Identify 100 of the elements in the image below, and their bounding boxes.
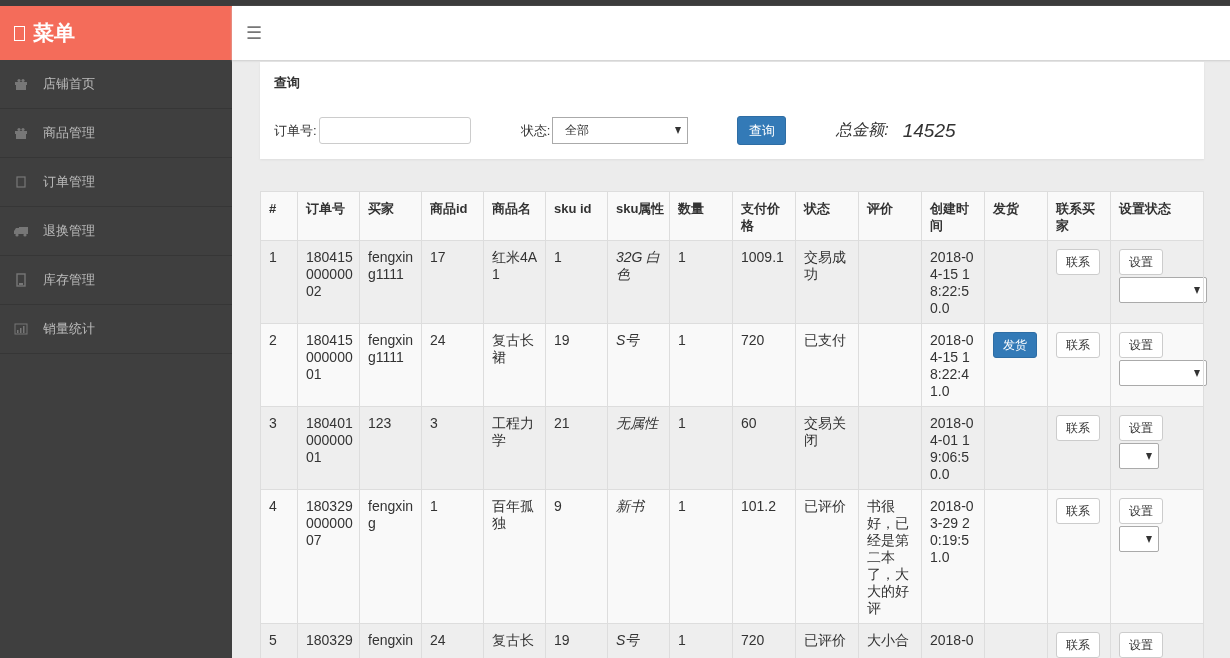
set-button[interactable]: 设置 — [1119, 332, 1163, 358]
set-button[interactable]: 设置 — [1119, 632, 1163, 658]
table-cell: S号 — [616, 632, 640, 648]
total-amount: 14525 — [902, 119, 956, 142]
column-header: sku属性 — [607, 191, 670, 241]
table-cell: 18032900000007 — [306, 498, 353, 548]
truck-icon — [14, 224, 28, 238]
table-cell: 1 — [269, 249, 277, 265]
table-cell: 交易关闭 — [804, 415, 846, 448]
ship-button[interactable]: 发货 — [993, 332, 1037, 358]
sidebar-item[interactable]: 店铺首页 — [0, 60, 232, 109]
square-icon — [14, 175, 28, 189]
status-dropdown[interactable] — [1119, 443, 1159, 469]
table-cell: 2018-0 — [930, 632, 974, 648]
square-icon — [14, 25, 25, 41]
column-header: 买家 — [359, 191, 422, 241]
table-cell: fengxing1111 — [368, 249, 414, 282]
column-header: 联系买家 — [1047, 191, 1111, 241]
menu-button[interactable]: ☰ — [246, 22, 262, 44]
table-cell: 无属性 — [616, 415, 658, 431]
table-cell: 已评价 — [804, 632, 846, 648]
table-cell: 1 — [678, 632, 686, 648]
order-number-label: 订单号: — [274, 121, 317, 140]
table-cell: 24 — [430, 632, 446, 648]
table-cell: 百年孤独 — [492, 498, 534, 531]
column-header: 创建时间 — [921, 191, 985, 241]
table-cell: 复古长 — [492, 632, 534, 648]
table-cell: 101.2 — [741, 498, 777, 514]
table-cell: 书很好，已经是第二本了，大大的好评 — [867, 498, 909, 616]
table-cell: 4 — [269, 498, 277, 514]
contact-button[interactable]: 联系 — [1056, 632, 1100, 658]
contact-button[interactable]: 联系 — [1056, 332, 1100, 358]
gift-icon — [14, 126, 28, 140]
table-cell: 180329 — [306, 632, 353, 648]
table-cell: 复古长裙 — [492, 332, 534, 365]
total-amount-label: 总金额: — [836, 120, 889, 140]
table-cell: 19 — [554, 332, 570, 348]
table-cell: 720 — [741, 632, 765, 648]
column-header: 商品id — [421, 191, 484, 241]
column-header: 商品名 — [483, 191, 546, 241]
bar-chart-icon — [14, 322, 28, 336]
sidebar-item[interactable]: 商品管理 — [0, 109, 232, 158]
table-cell: 17 — [430, 249, 446, 265]
phone-icon — [14, 273, 28, 287]
table-cell: 123 — [368, 415, 392, 431]
table-cell: 720 — [741, 332, 765, 348]
column-header: 评价 — [858, 191, 922, 241]
table-cell: 18041500000001 — [306, 332, 353, 382]
table-cell: 新书 — [616, 498, 644, 514]
status-dropdown[interactable] — [1119, 526, 1159, 552]
table-cell: 3 — [430, 415, 438, 431]
contact-button[interactable]: 联系 — [1056, 249, 1100, 275]
table-cell: 9 — [554, 498, 562, 514]
table-cell: 2 — [269, 332, 277, 348]
table-cell: 2018-04-15 18:22:50.0 — [930, 249, 974, 316]
table-cell: 32G 白色 — [616, 249, 661, 282]
set-button[interactable]: 设置 — [1119, 415, 1163, 441]
table-cell: 18041500000002 — [306, 249, 353, 299]
table-cell: 1009.1 — [741, 249, 784, 265]
column-header: 设置状态 — [1110, 191, 1204, 241]
column-header: sku id — [545, 191, 608, 241]
column-header: 数量 — [669, 191, 733, 241]
gift-icon — [14, 77, 28, 91]
table-cell: 2018-03-29 20:19:51.0 — [930, 498, 974, 565]
table-cell: 已评价 — [804, 498, 846, 514]
table-cell: 1 — [678, 332, 686, 348]
table-cell: 1 — [554, 249, 562, 265]
table-cell: 19 — [554, 632, 570, 648]
table-cell: fengxin — [368, 632, 414, 648]
table-cell: 5 — [269, 632, 277, 648]
sidebar-title: 菜单 — [33, 20, 75, 46]
status-dropdown[interactable]: 全部 — [552, 117, 689, 144]
status-dropdown[interactable] — [1119, 360, 1207, 386]
order-number-field[interactable] — [318, 117, 471, 144]
table-cell: 1 — [678, 498, 686, 514]
sidebar-item[interactable]: 库存管理 — [0, 256, 232, 305]
table-cell: 大小合 — [867, 632, 909, 648]
table-cell: 1 — [678, 249, 686, 265]
set-button[interactable]: 设置 — [1119, 498, 1163, 524]
set-button[interactable]: 设置 — [1119, 249, 1163, 275]
table-cell: fengxing — [368, 498, 414, 531]
table-cell: 2018-04-01 19:06:50.0 — [930, 415, 974, 482]
query-button[interactable]: 查询 — [737, 116, 787, 145]
panel-title: 查询 — [274, 74, 301, 92]
status-dropdown[interactable] — [1119, 277, 1207, 303]
table-cell: 21 — [554, 415, 570, 431]
table-cell: 交易成功 — [804, 249, 846, 282]
sidebar-item[interactable]: 订单管理 — [0, 158, 232, 207]
table-cell: 工程力学 — [492, 415, 534, 448]
table-cell: 3 — [269, 415, 277, 431]
table-cell: 18040100000001 — [306, 415, 353, 465]
table-cell: 2018-04-15 18:22:41.0 — [930, 332, 974, 399]
table-cell: fengxing1111 — [368, 332, 414, 365]
column-header: 订单号 — [297, 191, 360, 241]
sidebar-item[interactable]: 销量统计 — [0, 305, 232, 354]
sidebar-item[interactable]: 退换管理 — [0, 207, 232, 256]
status-label: 状态: — [520, 121, 551, 140]
contact-button[interactable]: 联系 — [1056, 498, 1100, 524]
contact-button[interactable]: 联系 — [1056, 415, 1100, 441]
table-cell: 60 — [741, 415, 757, 431]
